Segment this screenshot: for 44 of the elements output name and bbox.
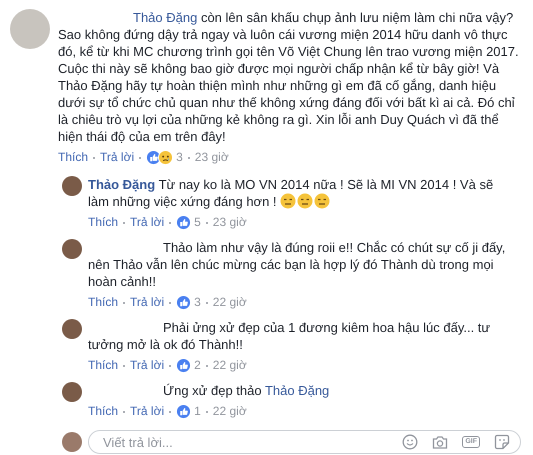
- sticker-icon[interactable]: [494, 434, 510, 450]
- reaction-count[interactable]: 2: [194, 358, 201, 372]
- reply-link[interactable]: Trả lời: [130, 295, 164, 309]
- avatar[interactable]: [62, 176, 82, 196]
- reaction-count[interactable]: 3: [194, 295, 201, 309]
- comment-time[interactable]: 22 giờ: [212, 404, 247, 418]
- avatar[interactable]: [62, 382, 82, 402]
- comment-text: Ứng xử đẹp thảo Thảo Đặng: [162, 382, 330, 399]
- comment-time[interactable]: 22 giờ: [212, 358, 247, 372]
- reply-link[interactable]: Trả lời: [100, 150, 134, 164]
- reaction-count[interactable]: 3: [176, 150, 183, 164]
- expressionless-emoji-icon: [314, 193, 330, 209]
- reply-link[interactable]: Trả lời: [130, 358, 164, 372]
- comment-time[interactable]: 22 giờ: [212, 295, 247, 309]
- like-link[interactable]: Thích: [88, 358, 118, 372]
- comment-text: Thảo Đặng còn lên sân khấu chụp ảnh lưu niệm làm chi nữa vậy? Sao không đứng dậy trả ngay và luôn cái vương miện 2014 hữu danh vô thực đó, kể từ khi MC chương trình gọi tên Võ Việt Chung lên trao vương miện 2017. Cuộc thi này sẽ không bao giờ được mọi người chấp nhận kể từ bây giờ! Và Thảo Đặng hãy tự hoàn thiện mình như những gì em đã cố gắng, danh hiệu dưới sự tổ chức chủ quan như thế không xứng đáng đối với bất kì ai cả. Đó chỉ là chiêu trò vụ lợi của những kẻ không ra gì. Xin lỗi anh Duy Quách vì đã thể hiện thái độ của em trên đây!: [58, 9, 520, 145]
- avatar[interactable]: [62, 239, 82, 259]
- author-name[interactable]: Thảo Đặng: [88, 177, 156, 192]
- mention-link[interactable]: Thảo Đặng: [264, 383, 330, 398]
- like-reaction-icon: [176, 214, 192, 230]
- like-reaction-icon: [176, 294, 192, 310]
- avatar[interactable]: [62, 319, 82, 339]
- like-link[interactable]: Thích: [88, 404, 118, 418]
- like-link[interactable]: Thích: [88, 215, 118, 229]
- smiley-icon[interactable]: [402, 434, 418, 450]
- reply-link[interactable]: Trả lời: [130, 404, 164, 418]
- reply-link[interactable]: Trả lời: [130, 215, 164, 229]
- sad-reaction-icon: [158, 150, 174, 164]
- avatar[interactable]: [62, 432, 82, 452]
- comment-text: Thảo Đặng Từ nay ko là MO VN 2014 nữa ! Sẽ là MI VN 2014 ! Và sẽ làm những việc xứng đáng hơn !: [88, 176, 494, 210]
- expressionless-emoji-icon: [297, 193, 314, 209]
- like-reaction-icon: [176, 358, 192, 372]
- like-link[interactable]: Thích: [58, 150, 88, 164]
- comment-time[interactable]: 23 giờ: [194, 150, 229, 164]
- reaction-count[interactable]: 1: [194, 404, 201, 418]
- mention-link[interactable]: Thảo Đặng: [133, 10, 198, 25]
- reaction-count[interactable]: 5: [194, 215, 201, 229]
- like-reaction-icon: [176, 404, 192, 418]
- like-link[interactable]: Thích: [88, 295, 118, 309]
- camera-icon[interactable]: [432, 434, 448, 450]
- comment-time[interactable]: 23 giờ: [212, 215, 247, 229]
- comment-text: Thảo làm như vậy là đúng roii e!! Chắc có chút sự cố ji đấy, nên Thảo vẫn lên chúc mừng các bạn là hợp lý đó Thành dù trong mọi hoàn cảnh!!: [88, 239, 506, 290]
- expressionless-emoji-icon: [280, 193, 296, 209]
- comment-text: Phải ửng xử đẹp của 1 đương kiêm hoa hậu lúc đấy... tư tưởng mở là ok đó Thành!!: [88, 319, 492, 353]
